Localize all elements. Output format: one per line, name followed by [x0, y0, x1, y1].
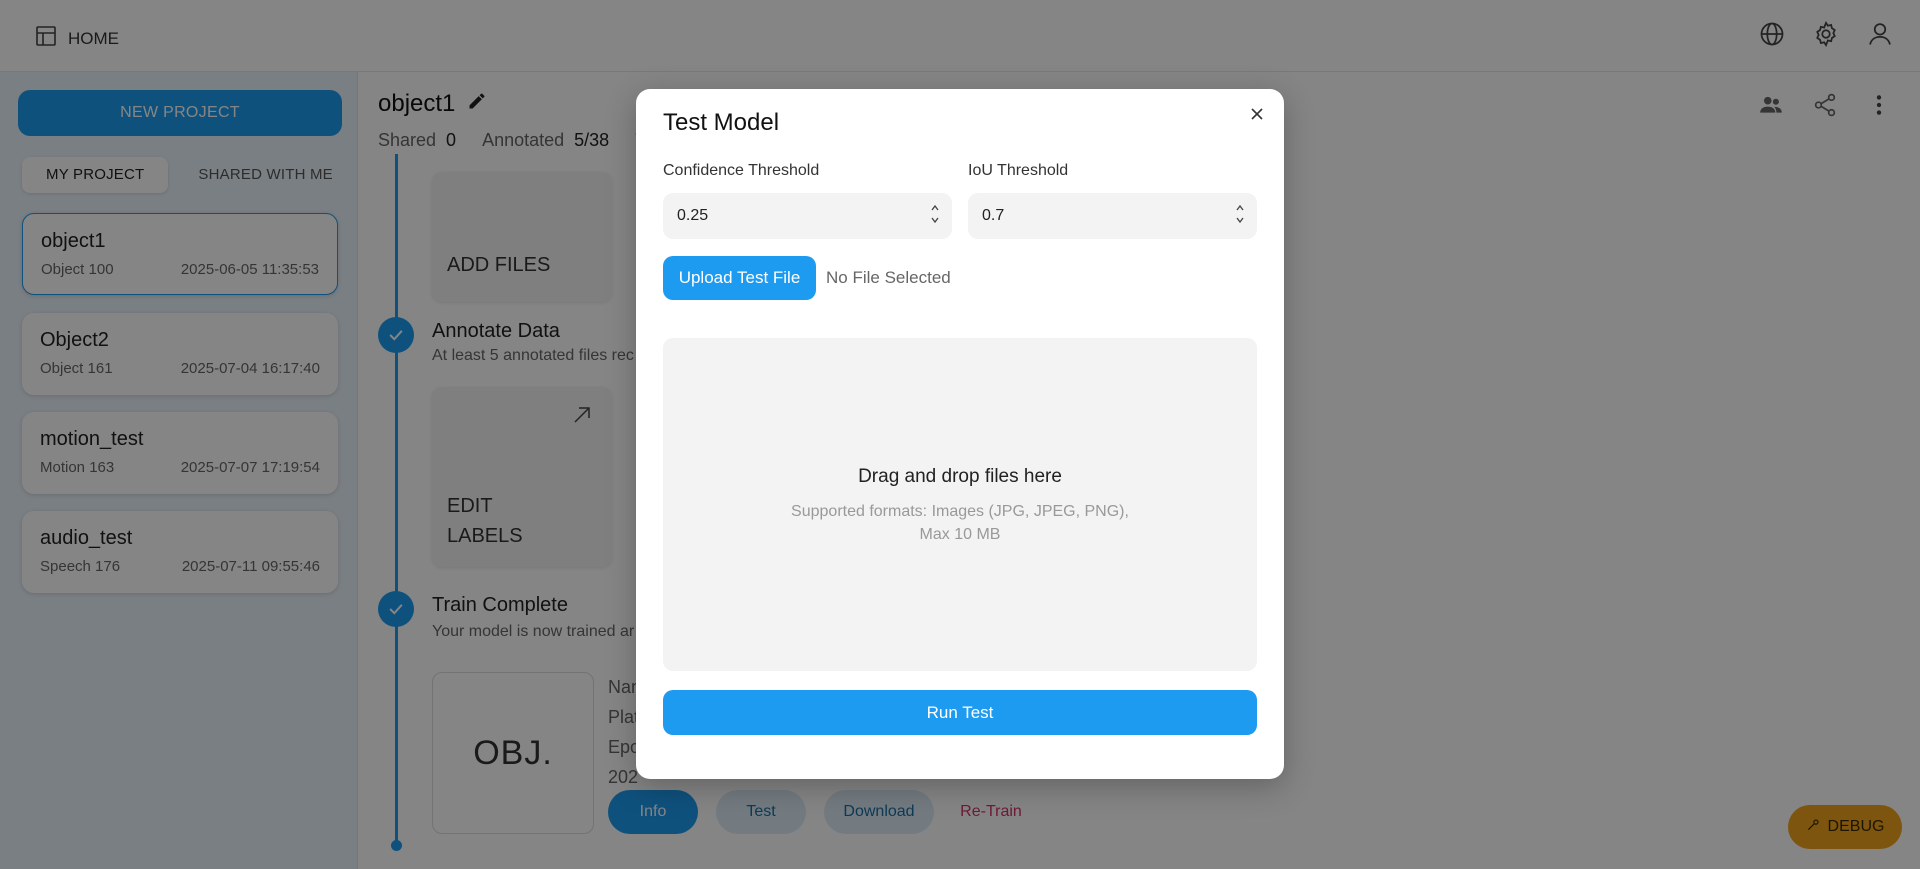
- number-stepper[interactable]: [930, 203, 940, 225]
- test-model-dialog: Test Model Confidence Threshold 0.25 IoU…: [636, 89, 1284, 779]
- chevron-down-icon: [1236, 217, 1244, 224]
- file-dropzone[interactable]: Drag and drop files here Supported forma…: [663, 338, 1257, 671]
- chevron-down-icon: [931, 217, 939, 224]
- max-size: Max 10 MB: [919, 526, 1001, 543]
- dropzone-title: Drag and drop files here: [858, 466, 1062, 487]
- confidence-value: 0.25: [677, 207, 709, 224]
- upload-test-file-button[interactable]: Upload Test File: [663, 256, 816, 300]
- number-stepper[interactable]: [1235, 203, 1245, 225]
- confidence-threshold-input[interactable]: 0.25: [663, 193, 952, 239]
- run-test-button[interactable]: Run Test: [663, 690, 1257, 735]
- iou-label: IoU Threshold: [968, 162, 1069, 179]
- no-file-status: No File Selected: [826, 268, 951, 287]
- dropzone-hint: Supported formats: Images (JPG, JPEG, PN…: [663, 500, 1257, 546]
- confidence-label: Confidence Threshold: [663, 162, 820, 179]
- supported-formats: Supported formats: Images (JPG, JPEG, PN…: [791, 503, 1129, 520]
- close-icon[interactable]: [1244, 101, 1270, 127]
- iou-threshold-input[interactable]: 0.7: [968, 193, 1257, 239]
- chevron-up-icon: [1236, 204, 1244, 211]
- chevron-up-icon: [931, 204, 939, 211]
- dialog-title: Test Model: [663, 109, 780, 136]
- iou-value: 0.7: [982, 207, 1005, 224]
